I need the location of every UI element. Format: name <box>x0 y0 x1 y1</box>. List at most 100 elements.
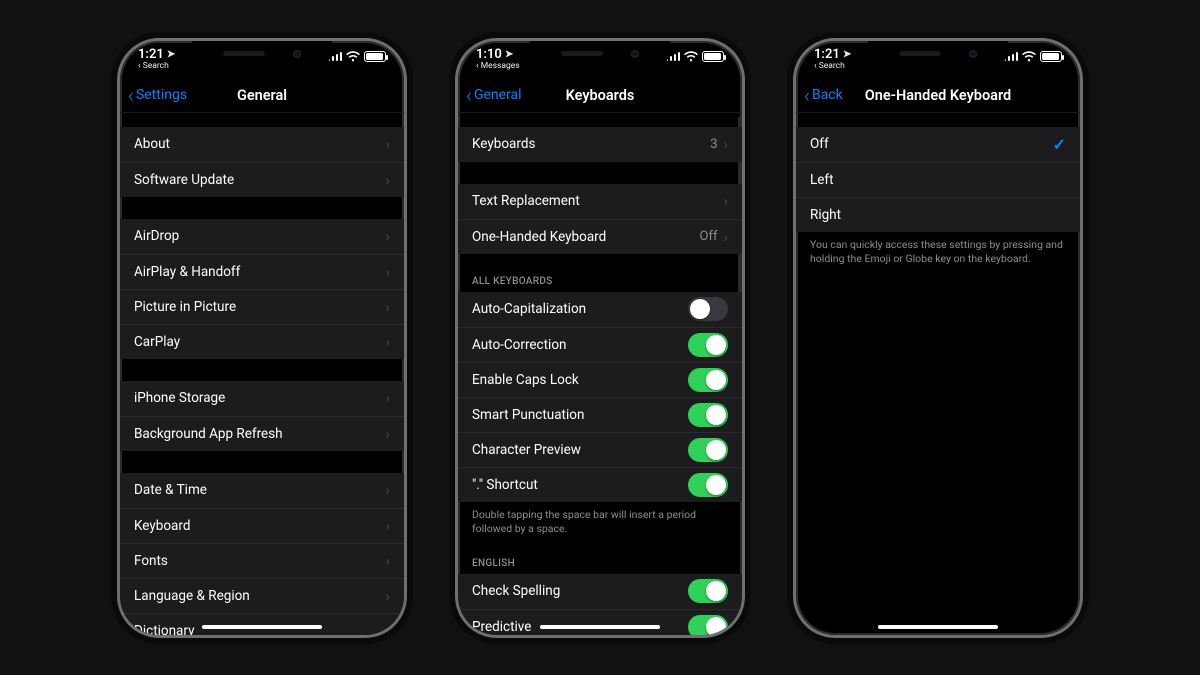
cell-label: AirPlay & Handoff <box>134 264 240 280</box>
cell-right[interactable]: Right <box>796 197 1080 232</box>
cell-accessory: 3› <box>710 135 728 153</box>
group-footer: Double tapping the space bar will insert… <box>458 502 742 536</box>
cell-accessory: › <box>386 517 390 535</box>
cell-character-preview[interactable]: Character Preview <box>458 432 742 467</box>
settings-group: ALL KEYBOARDSAuto-CapitalizationAuto-Cor… <box>458 276 742 536</box>
cell-label: Smart Punctuation <box>472 407 584 423</box>
cell-accessory: › <box>386 552 390 570</box>
settings-group: iPhone Storage›Background App Refresh› <box>120 381 404 451</box>
cell-airdrop[interactable]: AirDrop› <box>120 219 404 254</box>
cell-background-app-refresh[interactable]: Background App Refresh› <box>120 416 404 451</box>
cell-smart-punctuation[interactable]: Smart Punctuation <box>458 397 742 432</box>
settings-content[interactable]: Off✓LeftRightYou can quickly access thes… <box>796 113 1080 635</box>
toggle-smart-punctuation[interactable] <box>688 403 728 427</box>
cell-auto-capitalization[interactable]: Auto-Capitalization <box>458 292 742 327</box>
page-title: Keyboards <box>566 87 635 104</box>
chevron-right-icon: › <box>386 298 390 316</box>
wifi-icon <box>346 51 360 61</box>
nav-bar: ‹Settings General <box>120 79 404 113</box>
cell-fonts[interactable]: Fonts › <box>120 543 404 578</box>
cell-enable-caps-lock[interactable]: Enable Caps Lock <box>458 362 742 397</box>
cell-group: Text Replacement›One-Handed KeyboardOff› <box>458 184 742 254</box>
back-button[interactable]: ‹Settings <box>128 79 187 112</box>
settings-content[interactable]: Keyboards3›Text Replacement›One-Handed K… <box>458 113 742 635</box>
cell-one-handed-keyboard[interactable]: One-Handed KeyboardOff› <box>458 219 742 254</box>
toggle-shortcut[interactable] <box>688 473 728 497</box>
toggle-enable-caps-lock[interactable] <box>688 368 728 392</box>
breadcrumb-back[interactable]: ‹Search <box>138 61 169 71</box>
cell-iphone-storage[interactable]: iPhone Storage› <box>120 381 404 416</box>
cell-label: Keyboard <box>134 518 190 534</box>
cell-left[interactable]: Left <box>796 162 1080 197</box>
chevron-left-icon: ‹ <box>128 85 134 105</box>
cell-check-spelling[interactable]: Check Spelling <box>458 574 742 609</box>
cell-airplay-handoff[interactable]: AirPlay & Handoff› <box>120 254 404 289</box>
cell-keyboard[interactable]: Keyboard › <box>120 508 404 543</box>
cell-dictionary[interactable]: Dictionary › <box>120 613 404 635</box>
toggle-character-preview[interactable] <box>688 438 728 462</box>
cell-group: AirDrop›AirPlay & Handoff›Picture in Pic… <box>120 219 404 359</box>
chevron-right-icon: › <box>386 587 390 605</box>
chevron-right-icon: › <box>724 192 728 210</box>
cell-shortcut[interactable]: "." Shortcut <box>458 467 742 502</box>
location-icon: ➤ <box>505 49 513 60</box>
status-time: 1:21➤ <box>138 47 175 62</box>
page-title: General <box>237 87 287 104</box>
back-button[interactable]: ‹General <box>466 79 522 112</box>
toggle-predictive[interactable] <box>688 615 728 635</box>
cell-accessory: › <box>386 622 390 635</box>
breadcrumb-back[interactable]: ‹Messages <box>476 61 520 71</box>
settings-group: AirDrop›AirPlay & Handoff›Picture in Pic… <box>120 219 404 359</box>
battery-icon <box>702 51 724 62</box>
notch <box>868 41 1008 67</box>
cell-label: Check Spelling <box>472 583 560 599</box>
cell-group: Keyboards3› <box>458 127 742 162</box>
group-header: ALL KEYBOARDS <box>458 276 742 292</box>
home-indicator[interactable] <box>540 625 660 629</box>
cell-about[interactable]: About› <box>120 127 404 162</box>
cell-group: Date & Time›Keyboard›Fonts›Language & Re… <box>120 473 404 635</box>
chevron-right-icon: › <box>724 228 728 246</box>
cell-accessory <box>688 368 728 392</box>
cell-group: Off✓LeftRight <box>796 127 1080 232</box>
phone-keyboards: 1:10➤ ‹Messages ‹General Keyboards Keybo… <box>455 38 745 638</box>
cell-keyboards[interactable]: Keyboards3› <box>458 127 742 162</box>
cell-label: Off <box>810 136 829 152</box>
cell-accessory <box>688 473 728 497</box>
cell-auto-correction[interactable]: Auto-Correction <box>458 327 742 362</box>
status-time: 1:10➤ <box>476 47 513 62</box>
home-indicator[interactable] <box>878 625 998 629</box>
cell-off[interactable]: Off✓ <box>796 127 1080 162</box>
cell-date-time[interactable]: Date & Time› <box>120 473 404 508</box>
toggle-check-spelling[interactable] <box>688 579 728 603</box>
nav-bar: ‹Back One-Handed Keyboard <box>796 79 1080 113</box>
breadcrumb-back[interactable]: ‹Search <box>814 61 845 71</box>
settings-content[interactable]: About›Software Update›AirDrop›AirPlay & … <box>120 113 404 635</box>
settings-group: Text Replacement›One-Handed KeyboardOff› <box>458 184 742 254</box>
cell-value: 3 <box>710 137 717 152</box>
location-icon: ➤ <box>843 49 851 60</box>
cell-language-region[interactable]: Language & Region› <box>120 578 404 613</box>
cell-accessory: › <box>386 135 390 153</box>
cell-accessory <box>688 403 728 427</box>
cell-text-replacement[interactable]: Text Replacement› <box>458 184 742 219</box>
cell-software-update[interactable]: Software Update› <box>120 162 404 197</box>
cell-accessory: › <box>386 389 390 407</box>
cell-label: Fonts <box>134 553 168 569</box>
toggle-auto-capitalization[interactable] <box>688 297 728 321</box>
cell-value: Off <box>700 229 718 244</box>
cell-label: AirDrop <box>134 228 179 244</box>
toggle-auto-correction[interactable] <box>688 333 728 357</box>
cell-picture-in-picture[interactable]: Picture in Picture› <box>120 289 404 324</box>
cell-predictive[interactable]: Predictive <box>458 609 742 635</box>
home-indicator[interactable] <box>202 625 322 629</box>
cell-label: Enable Caps Lock <box>472 372 579 388</box>
chevron-right-icon: › <box>386 425 390 443</box>
settings-group: Date & Time›Keyboard›Fonts›Language & Re… <box>120 473 404 635</box>
chevron-right-icon: › <box>386 622 390 635</box>
cell-label: Dictionary <box>134 623 195 635</box>
back-button[interactable]: ‹Back <box>804 79 843 112</box>
notch <box>530 41 670 67</box>
settings-group: Off✓LeftRightYou can quickly access thes… <box>796 127 1080 266</box>
cell-carplay[interactable]: CarPlay› <box>120 324 404 359</box>
